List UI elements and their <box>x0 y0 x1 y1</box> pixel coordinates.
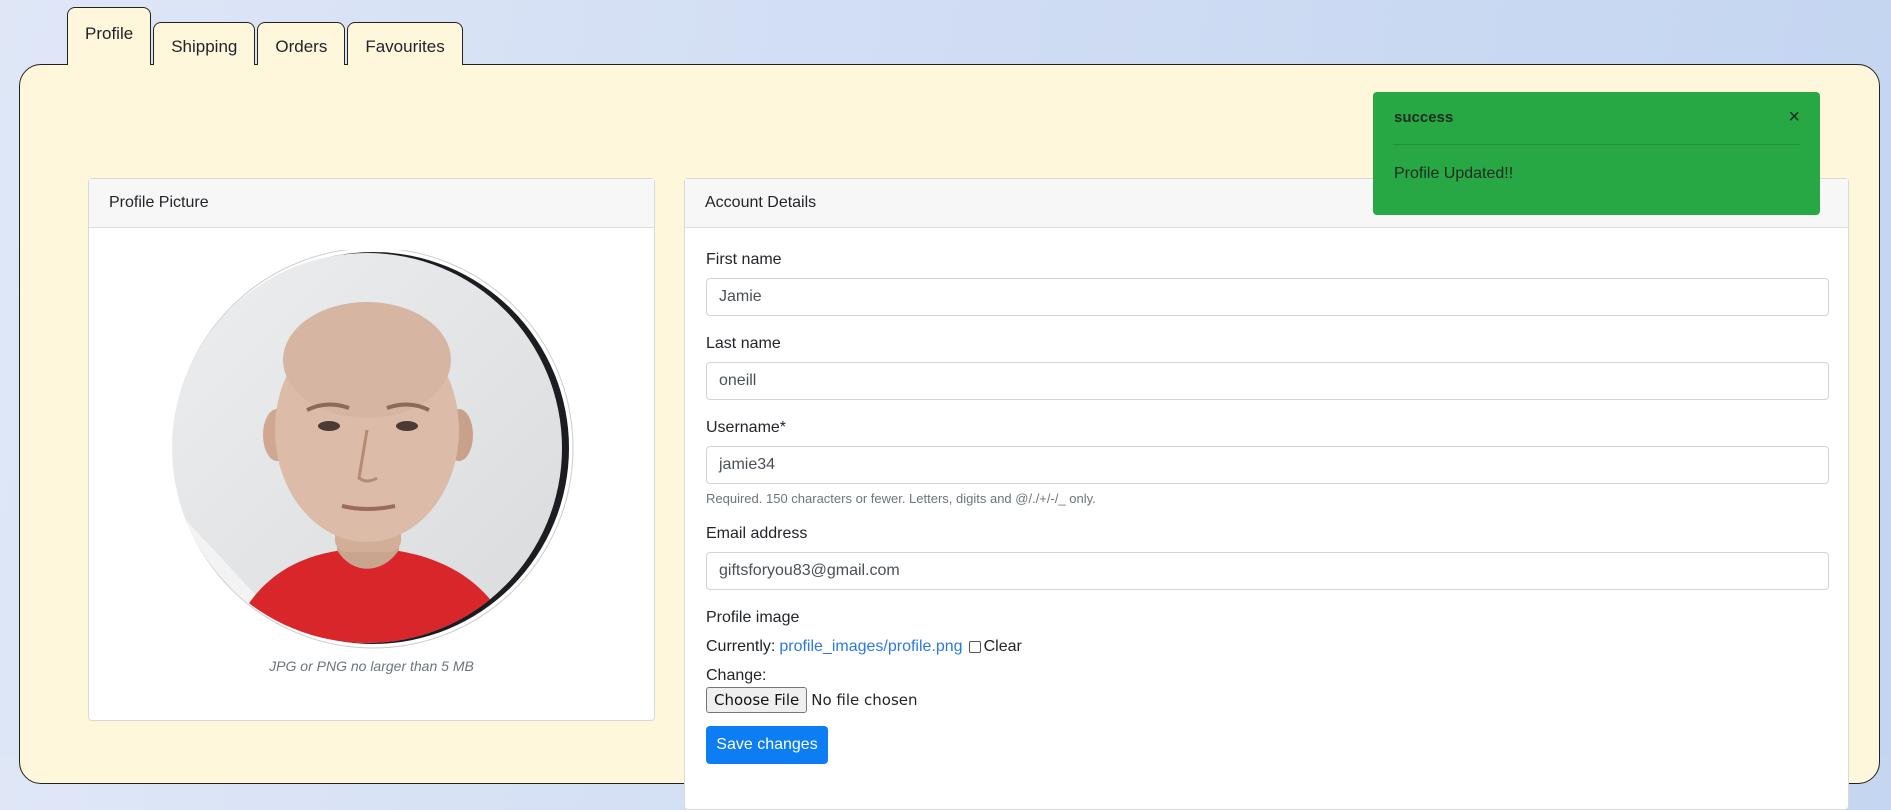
username-label: Username* <box>706 419 787 436</box>
username-group: Username* jamie34 Required. 150 characte… <box>706 419 1829 506</box>
save-changes-button[interactable]: Save changes <box>706 726 828 764</box>
clear-checkbox[interactable] <box>968 641 981 653</box>
first-name-input[interactable]: Jamie <box>706 278 1829 316</box>
username-help-text: Required. 150 characters or fewer. Lette… <box>706 491 1096 506</box>
tab-favourites[interactable]: Favourites <box>347 22 463 65</box>
tab-orders[interactable]: Orders <box>257 22 346 65</box>
picture-size-hint: JPG or PNG no larger than 5 MB <box>269 658 474 674</box>
first-name-group: First name Jamie <box>706 251 1829 316</box>
username-input[interactable]: jamie34 <box>706 446 1829 484</box>
toast-message: Profile Updated!! <box>1394 165 1514 182</box>
tab-profile[interactable]: Profile <box>67 7 152 67</box>
success-toast: success × Profile Updated!! <box>1373 92 1820 215</box>
first-name-label: First name <box>706 251 782 268</box>
last-name-input[interactable]: oneill <box>706 362 1829 400</box>
no-file-text: No file chosen <box>811 691 918 709</box>
avatar <box>167 247 579 652</box>
profile-image-group: Profile image Currently: profile_images/… <box>706 609 1829 713</box>
last-name-group: Last name oneill <box>706 335 1829 400</box>
email-label: Email address <box>706 525 808 542</box>
profile-picture-card: Profile Picture JPG or PNG no larger tha… <box>88 178 655 721</box>
account-form: First name Jamie Last name oneill Userna… <box>706 251 1829 764</box>
toast-title: success <box>1394 109 1454 126</box>
current-image-row: Currently: profile_images/profile.png Cl… <box>706 638 1829 656</box>
last-name-label: Last name <box>706 335 781 352</box>
tab-bar: Profile Shipping Orders Favourites <box>67 7 465 67</box>
tab-shipping[interactable]: Shipping <box>153 22 256 65</box>
account-details-card: Account Details First name Jamie Last na… <box>684 178 1849 810</box>
close-icon[interactable]: × <box>1788 106 1800 129</box>
profile-picture-header: Profile Picture <box>89 179 654 228</box>
currently-label: Currently: <box>706 638 776 655</box>
toast-divider <box>1393 144 1800 145</box>
change-label: Change: <box>706 667 767 684</box>
profile-image-label: Profile image <box>706 609 800 626</box>
choose-file-button[interactable]: Choose File <box>706 687 808 713</box>
clear-label: Clear <box>983 638 1022 655</box>
email-group: Email address giftsforyou83@gmail.com <box>706 525 1829 590</box>
file-input: Choose File No file chosen <box>706 687 1829 713</box>
email-input[interactable]: giftsforyou83@gmail.com <box>706 552 1829 590</box>
current-image-link[interactable]: profile_images/profile.png <box>779 638 962 656</box>
